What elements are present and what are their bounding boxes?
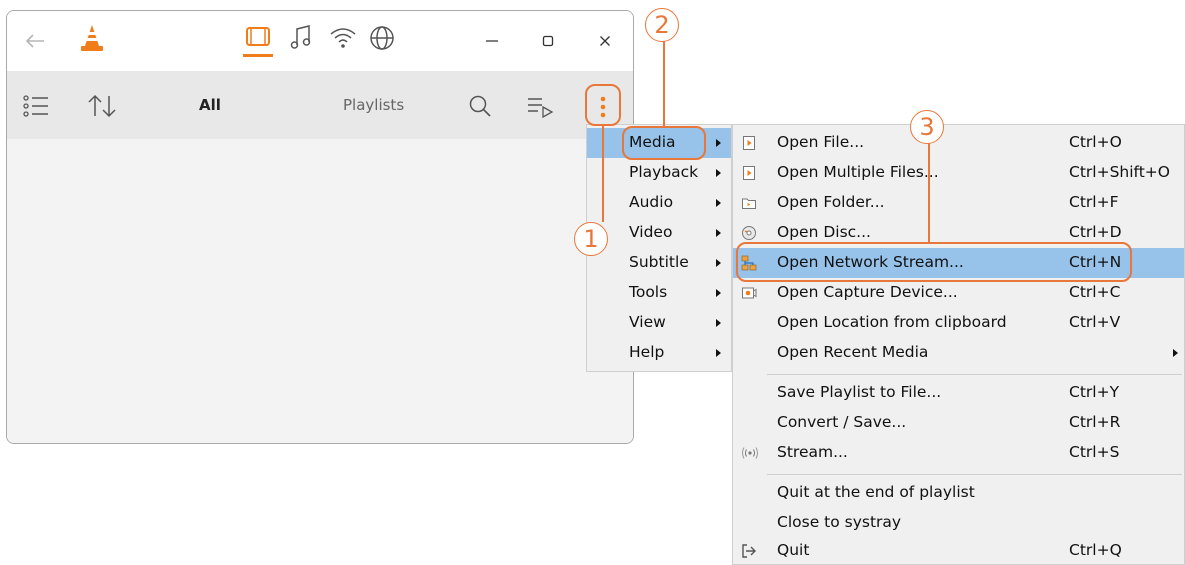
sort-icon[interactable] <box>85 91 119 121</box>
menu-item-video[interactable]: Video <box>587 218 731 248</box>
search-icon[interactable] <box>465 91 495 121</box>
menu-item-open-multiple-files[interactable]: Open Multiple Files... Ctrl+Shift+O <box>733 158 1184 188</box>
annotation-line-2 <box>663 40 665 126</box>
menu-item-open-capture-device[interactable]: Open Capture Device... Ctrl+C <box>733 278 1184 308</box>
annotation-step-2: 2 <box>645 8 679 42</box>
submenu-arrow-icon <box>716 199 721 207</box>
back-arrow-icon[interactable] <box>21 27 49 55</box>
list-view-icon[interactable] <box>21 91 51 121</box>
menu-item-help[interactable]: Help <box>587 338 731 368</box>
menu-item-audio[interactable]: Audio <box>587 188 731 218</box>
menu-item-view[interactable]: View <box>587 308 731 338</box>
annotation-box-network-stream <box>736 242 1132 282</box>
menu-separator <box>767 374 1182 375</box>
network-icon[interactable] <box>329 26 357 50</box>
maximize-icon[interactable] <box>535 29 561 53</box>
menu-item-subtitle[interactable]: Subtitle <box>587 248 731 278</box>
stream-icon <box>741 445 758 461</box>
menu-item-save-playlist[interactable]: Save Playlist to File... Ctrl+Y <box>733 378 1184 408</box>
vlc-window: All Playlists <box>6 10 634 444</box>
open-file-icon <box>741 135 757 151</box>
annotation-box-more-options <box>585 84 621 126</box>
video-icon[interactable] <box>243 23 273 57</box>
vlc-cone-icon <box>79 23 105 53</box>
playqueue-icon[interactable] <box>523 91 557 121</box>
menu-item-quit[interactable]: Quit Ctrl+Q <box>733 536 1184 565</box>
menu-item-stream[interactable]: Stream... Ctrl+S <box>733 438 1184 468</box>
tab-all[interactable]: All <box>199 96 221 114</box>
globe-icon[interactable] <box>369 25 395 51</box>
submenu-arrow-icon <box>716 229 721 237</box>
open-folder-icon <box>741 195 757 211</box>
menu-item-playback[interactable]: Playback <box>587 158 731 188</box>
submenu-arrow-icon <box>716 139 721 147</box>
menu-item-quit-end-playlist[interactable]: Quit at the end of playlist <box>733 478 1184 508</box>
menu-item-open-recent-media[interactable]: Open Recent Media <box>733 338 1184 368</box>
open-disc-icon <box>741 225 757 241</box>
menu-item-tools[interactable]: Tools <box>587 278 731 308</box>
submenu-arrow-icon <box>1173 349 1178 357</box>
open-multiple-files-icon <box>741 165 757 181</box>
menu-separator <box>767 474 1182 475</box>
submenu-arrow-icon <box>716 349 721 357</box>
submenu-arrow-icon <box>716 259 721 267</box>
submenu-arrow-icon <box>716 289 721 297</box>
library-toolbar: All Playlists <box>7 71 633 149</box>
menu-item-close-to-systray[interactable]: Close to systray <box>733 508 1184 538</box>
menu-item-open-location-clipboard[interactable]: Open Location from clipboard Ctrl+V <box>733 308 1184 338</box>
main-menu: Media Playback Audio Video Subtitle Tool… <box>586 124 732 372</box>
annotation-step-1: 1 <box>574 222 608 256</box>
minimize-icon[interactable] <box>479 29 505 53</box>
title-bar <box>7 11 633 71</box>
quit-icon <box>741 543 757 559</box>
menu-item-open-file[interactable]: Open File... Ctrl+O <box>733 128 1184 158</box>
music-icon[interactable] <box>289 25 313 51</box>
menu-item-convert-save[interactable]: Convert / Save... Ctrl+R <box>733 408 1184 438</box>
annotation-line-3 <box>928 142 930 242</box>
library-content <box>7 139 633 443</box>
menu-item-open-folder[interactable]: Open Folder... Ctrl+F <box>733 188 1184 218</box>
annotation-box-media <box>622 126 706 160</box>
submenu-arrow-icon <box>716 319 721 327</box>
capture-device-icon <box>741 285 757 301</box>
close-icon[interactable] <box>592 29 618 53</box>
tab-playlists[interactable]: Playlists <box>343 96 404 114</box>
annotation-step-3: 3 <box>910 110 944 144</box>
media-submenu: Open File... Ctrl+O Open Multiple Files.… <box>732 124 1185 565</box>
annotation-line-1 <box>602 126 604 222</box>
submenu-arrow-icon <box>716 169 721 177</box>
